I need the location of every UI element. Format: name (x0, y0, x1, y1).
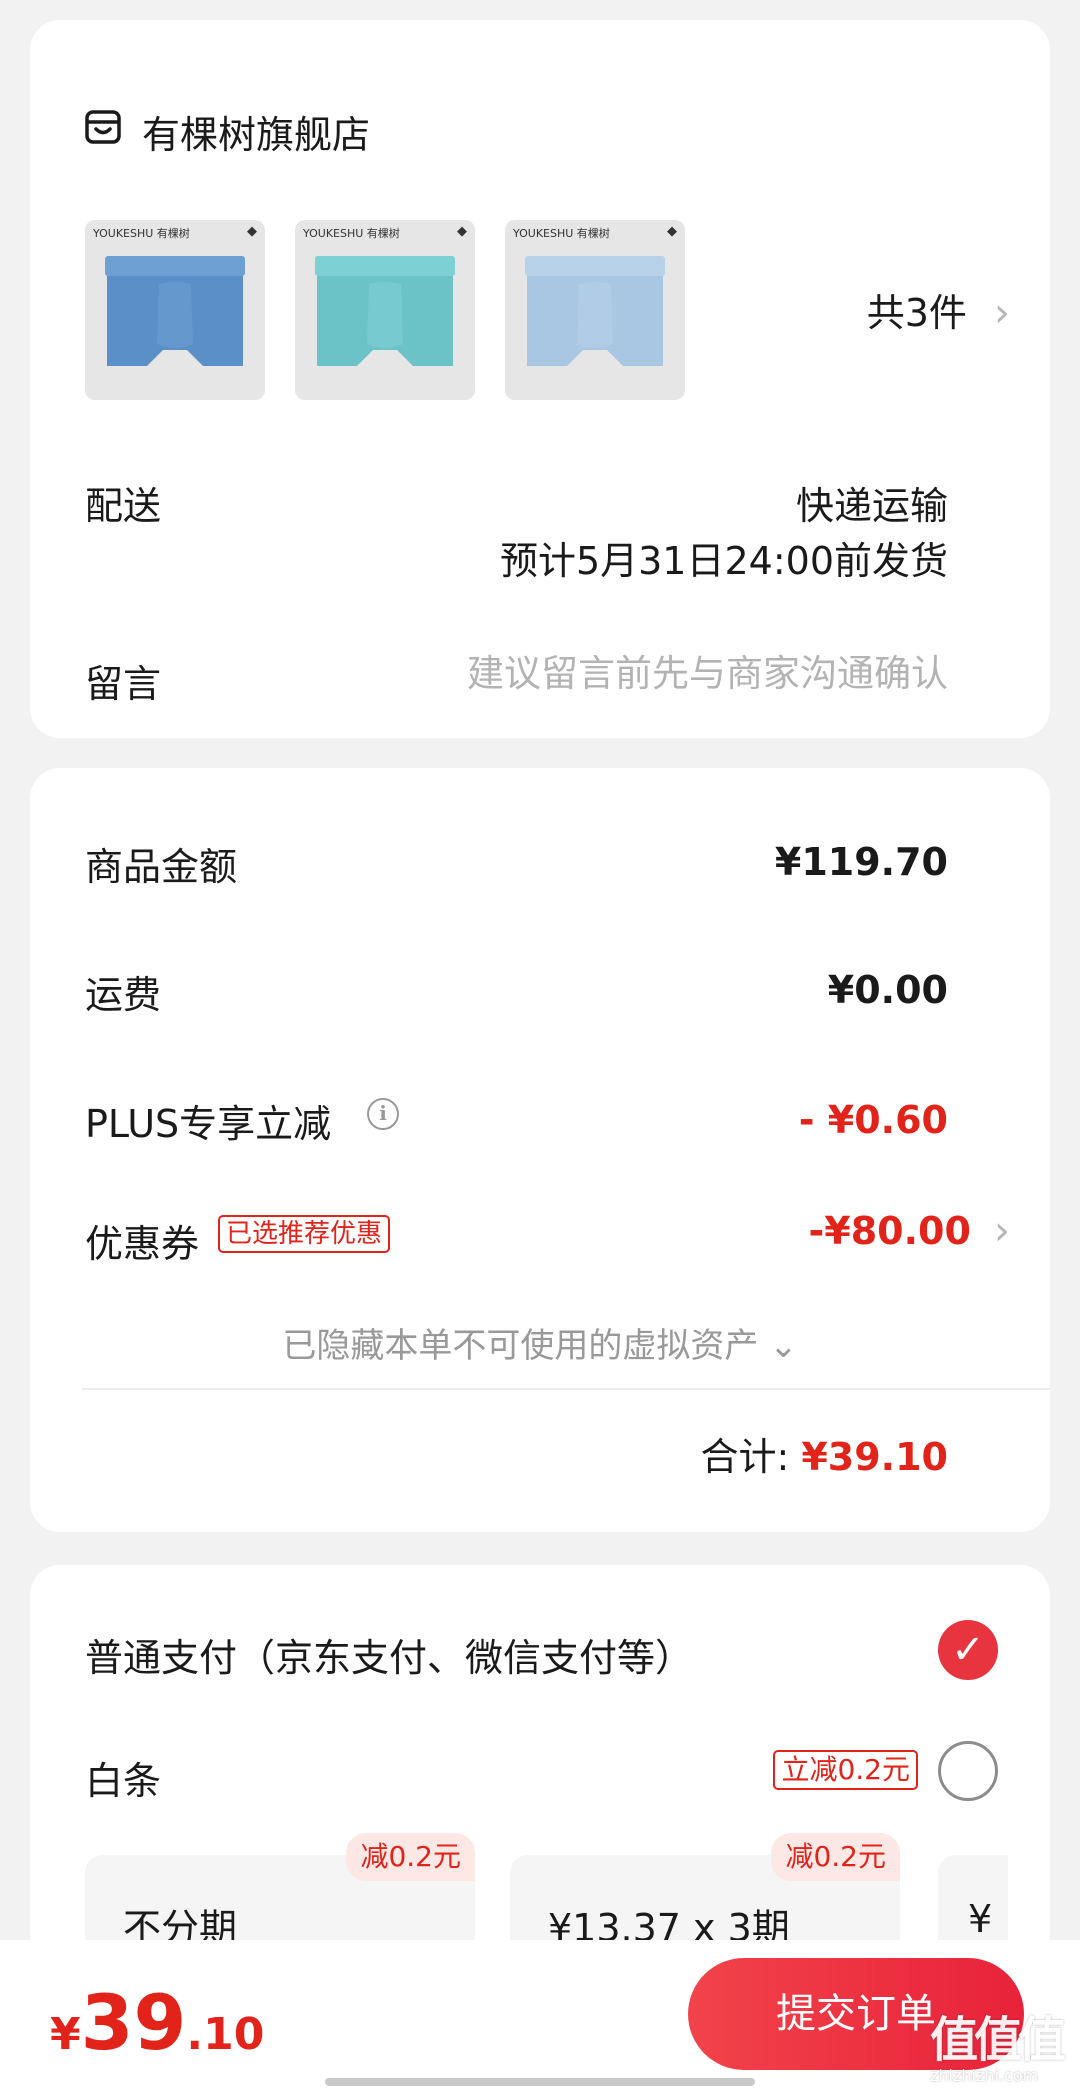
message-label: 留言 (85, 662, 162, 706)
plus-discount-value: - ¥0.60 (798, 1098, 948, 1142)
underwear-image (105, 256, 245, 366)
coupon-value: -¥80.00 (808, 1209, 971, 1253)
store-icon (85, 110, 121, 144)
watermark-logo: 值值值 (930, 2012, 1066, 2068)
watermark-url: zhizhizhi.com (930, 2066, 1039, 2085)
final-price: ¥39.10 (50, 1978, 264, 2067)
price-card: 商品金额 ¥119.70 运费 ¥0.00 PLUS专享立减 i - ¥0.60… (30, 768, 1050, 1532)
unchecked-radio[interactable] (938, 1741, 998, 1801)
product-thumbnail[interactable]: YOUKESHU 有棵树 ◆ (505, 220, 685, 400)
freight-value: ¥0.00 (827, 968, 948, 1012)
message-input[interactable] (388, 648, 948, 698)
thumbnail-brand: YOUKESHU 有棵树 (303, 227, 400, 240)
baitiao-promo-tag: 立减0.2元 (773, 1750, 918, 1790)
brand-logo-icon: ◆ (457, 224, 467, 239)
hidden-assets-toggle[interactable]: 已隐藏本单不可使用的虚拟资产 ⌄ (30, 1318, 1050, 1367)
total-label: 合计: (700, 1435, 790, 1479)
thumbnail-brand: YOUKESHU 有棵树 (513, 227, 610, 240)
item-count: 共3件 (866, 291, 967, 335)
total-value: ¥39.10 (801, 1435, 948, 1479)
chevron-right-icon: › (994, 1208, 1010, 1254)
brand-logo-icon: ◆ (667, 224, 677, 239)
item-count-link[interactable]: 共3件 › (867, 282, 1010, 337)
normal-payment-label[interactable]: 普通支付（京东支付、微信支付等） (85, 1627, 693, 1682)
underwear-image (315, 256, 455, 366)
shipping-method[interactable]: 快递运输 (796, 475, 948, 530)
info-icon[interactable]: i (367, 1098, 399, 1130)
brand-logo-icon: ◆ (247, 224, 257, 239)
product-thumbnail[interactable]: YOUKESHU 有棵树 ◆ (85, 220, 265, 400)
coupon-label: 优惠券 (85, 1222, 200, 1266)
product-thumbnail[interactable]: YOUKESHU 有棵树 ◆ (295, 220, 475, 400)
installment-discount-tag: 减0.2元 (346, 1833, 475, 1881)
plus-discount-label: PLUS专享立减 (85, 1102, 332, 1146)
checked-icon[interactable]: ✓ (938, 1620, 998, 1680)
store-name[interactable]: 有棵树旗舰店 (142, 104, 370, 159)
thumbnail-brand: YOUKESHU 有棵树 (93, 227, 190, 240)
checkout-bar: ¥39.10 提交订单 (0, 1940, 1080, 2088)
baitiao-label[interactable]: 白条 (85, 1750, 161, 1805)
goods-amount-value: ¥119.70 (774, 840, 948, 884)
price-integer: 39 (80, 1978, 187, 2067)
divider (82, 1388, 1050, 1390)
shipping-date: 预计5月31日24:00前发货 (499, 539, 948, 583)
coupon-tag: 已选推荐优惠 (218, 1215, 391, 1253)
currency-symbol: ¥ (50, 2009, 81, 2060)
price-decimal: .10 (186, 2009, 265, 2060)
underwear-image (525, 256, 665, 366)
home-indicator[interactable] (325, 2078, 755, 2086)
shipping-label: 配送 (85, 484, 162, 528)
installment-text: ¥ (968, 1897, 993, 1941)
store-card: 有棵树旗舰店 YOUKESHU 有棵树 ◆ YOUKESHU 有棵树 ◆ YOU… (30, 20, 1050, 738)
chevron-right-icon: › (994, 290, 1010, 336)
goods-amount-label: 商品金额 (85, 845, 238, 889)
freight-label: 运费 (85, 973, 162, 1017)
total-row: 合计: ¥39.10 (700, 1426, 948, 1481)
installment-discount-tag: 减0.2元 (771, 1833, 900, 1881)
coupon-selector[interactable]: -¥80.00 › (808, 1208, 1010, 1254)
